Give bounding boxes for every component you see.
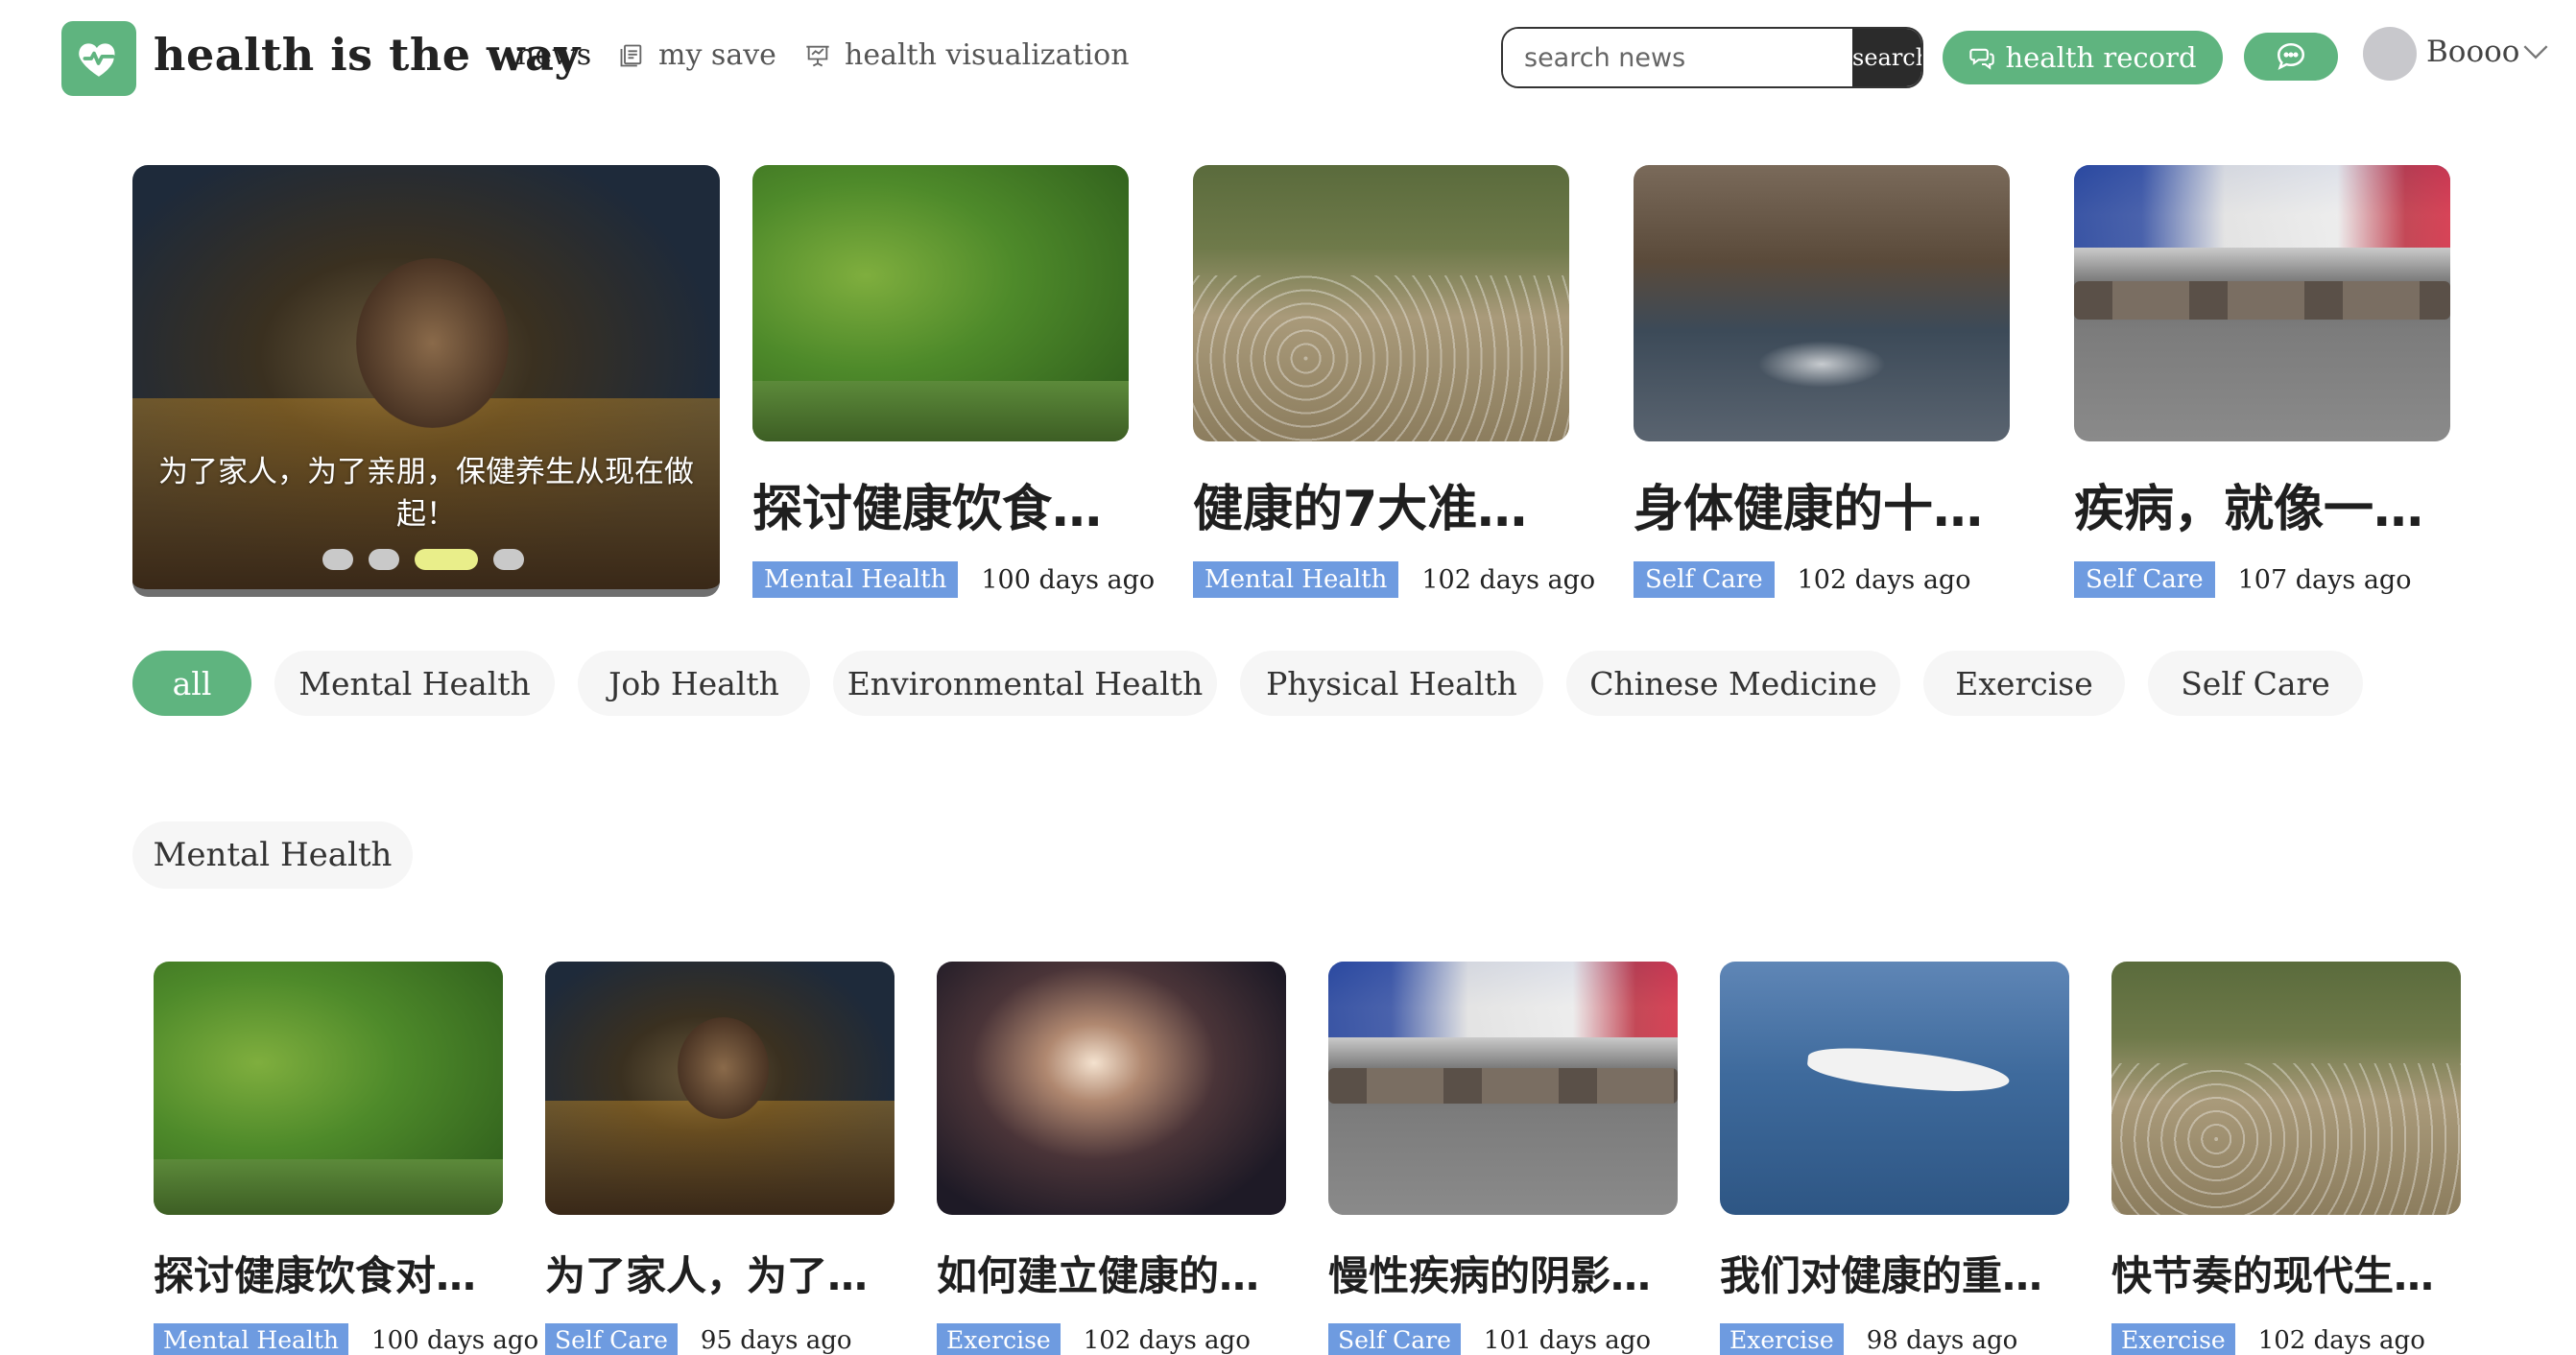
username[interactable]: Boooo	[2426, 35, 2519, 69]
news-card[interactable]: 慢性疾病的阴影… Self Care 101 days ago	[1328, 962, 1678, 1355]
news-card[interactable]: 为了家人，为了… Self Care 95 days ago	[545, 962, 894, 1355]
news-meta: Exercise 98 days ago	[1720, 1323, 2069, 1355]
news-thumbnail	[937, 962, 1286, 1215]
search-button[interactable]: search	[1852, 29, 1921, 86]
featured-title: 健康的7大准…	[1193, 481, 1528, 538]
news-card[interactable]: 我们对健康的重… Exercise 98 days ago	[1720, 962, 2069, 1355]
category-pill-all[interactable]: all	[132, 651, 251, 716]
news-card[interactable]: 如何建立健康的… Exercise 102 days ago	[937, 962, 1286, 1355]
category-tag: Mental Health	[1193, 561, 1399, 598]
nav-my-save-label: my save	[658, 38, 776, 72]
nav-news[interactable]: news	[516, 38, 591, 72]
carousel-dot-2[interactable]	[369, 549, 399, 570]
time-ago: 102 days ago	[1797, 564, 1971, 595]
news-meta: Self Care 101 days ago	[1328, 1323, 1678, 1355]
nav-my-save[interactable]: my save	[618, 38, 776, 72]
chat-bubbles-icon	[1969, 48, 1995, 70]
carousel-dot-3[interactable]	[415, 549, 478, 570]
news-title: 快节奏的现代生…	[2111, 1252, 2435, 1299]
time-ago: 107 days ago	[2237, 564, 2412, 595]
news-meta: Self Care 95 days ago	[545, 1323, 894, 1355]
nav-news-label: news	[516, 38, 592, 72]
carousel-dots	[322, 549, 524, 570]
health-record-label: health record	[2005, 41, 2197, 74]
featured-meta: Self Care 102 days ago	[1634, 561, 2010, 598]
category-tag: Exercise	[937, 1323, 1061, 1355]
logo[interactable]	[61, 21, 136, 96]
bookmark-list-icon	[620, 44, 642, 66]
category-pill-job-health[interactable]: Job Health	[578, 651, 810, 716]
nav-health-visualization-label: health visualization	[845, 38, 1130, 72]
category-pill-chinese-medicine[interactable]: Chinese Medicine	[1566, 651, 1900, 716]
featured-thumbnail	[2074, 165, 2450, 441]
time-ago: 98 days ago	[1866, 1325, 2018, 1355]
search-input[interactable]	[1503, 29, 1852, 86]
featured-meta: Mental Health 102 days ago	[1193, 561, 1595, 598]
category-tag: Mental Health	[154, 1323, 349, 1355]
chat-button[interactable]	[2244, 33, 2338, 81]
heart-pulse-icon	[79, 43, 115, 77]
news-thumbnail	[154, 962, 503, 1215]
time-ago: 100 days ago	[981, 564, 1156, 595]
featured-card[interactable]: 探讨健康饮食… Mental Health 100 days ago	[752, 165, 1155, 598]
carousel-dot-4[interactable]	[493, 549, 524, 570]
news-thumbnail	[1328, 962, 1678, 1215]
avatar[interactable]	[2363, 27, 2417, 81]
featured-card[interactable]: 健康的7大准… Mental Health 102 days ago	[1193, 165, 1595, 598]
news-card[interactable]: 快节奏的现代生… Exercise 102 days ago	[2111, 962, 2461, 1355]
time-ago: 95 days ago	[700, 1325, 852, 1355]
category-tag: Self Care	[545, 1323, 678, 1355]
featured-card[interactable]: 疾病，就像一… Self Care 107 days ago	[2074, 165, 2450, 598]
carousel-dot-1[interactable]	[322, 549, 353, 570]
category-tag: Self Care	[1328, 1323, 1461, 1355]
category-tag: Exercise	[2111, 1323, 2235, 1355]
category-pill-mental-health[interactable]: Mental Health	[274, 651, 555, 716]
category-pill-self-care[interactable]: Self Care	[2148, 651, 2363, 716]
category-tag: Self Care	[2074, 561, 2215, 598]
featured-thumbnail	[752, 165, 1129, 441]
news-title: 探讨健康饮食对…	[154, 1252, 477, 1299]
top-header: health is the way news my save health vi…	[0, 0, 2576, 115]
time-ago: 102 days ago	[2257, 1325, 2425, 1355]
news-title: 慢性疾病的阴影…	[1328, 1252, 1652, 1299]
featured-title: 疾病，就像一…	[2074, 481, 2424, 538]
category-pill-physical-health[interactable]: Physical Health	[1240, 651, 1543, 716]
chevron-down-icon[interactable]	[2522, 42, 2549, 61]
news-meta: Exercise 102 days ago	[2111, 1323, 2461, 1355]
section-label: Mental Health	[132, 821, 413, 889]
category-tag: Self Care	[1634, 561, 1775, 598]
carousel-caption: 为了家人，为了亲朋，保健养生从现在做起！	[158, 455, 694, 532]
chat-dots-icon	[2277, 42, 2305, 70]
featured-title: 探讨健康饮食…	[752, 481, 1103, 538]
news-thumbnail	[1720, 962, 2069, 1215]
news-meta: Mental Health 100 days ago	[154, 1323, 538, 1355]
news-meta: Exercise 102 days ago	[937, 1323, 1286, 1355]
time-ago: 102 days ago	[1083, 1325, 1251, 1355]
category-tag: Mental Health	[752, 561, 959, 598]
featured-card[interactable]: 身体健康的十… Self Care 102 days ago	[1634, 165, 2010, 598]
category-pill-environmental-health[interactable]: Environmental Health	[833, 651, 1217, 716]
news-title: 我们对健康的重…	[1720, 1252, 2043, 1299]
category-pill-exercise[interactable]: Exercise	[1923, 651, 2125, 716]
presentation-chart-icon	[806, 45, 829, 66]
featured-title: 身体健康的十…	[1634, 481, 1984, 538]
nav-health-visualization[interactable]: health visualization	[804, 38, 1130, 72]
health-record-button[interactable]: health record	[1943, 31, 2223, 84]
time-ago: 102 days ago	[1421, 564, 1596, 595]
time-ago: 101 days ago	[1483, 1325, 1652, 1355]
news-thumbnail	[545, 962, 894, 1215]
news-title: 如何建立健康的…	[937, 1252, 1260, 1299]
time-ago: 100 days ago	[371, 1325, 539, 1355]
featured-meta: Self Care 107 days ago	[2074, 561, 2450, 598]
featured-thumbnail	[1193, 165, 1569, 441]
featured-thumbnail	[1634, 165, 2010, 441]
news-card[interactable]: 探讨健康饮食对… Mental Health 100 days ago	[154, 962, 538, 1355]
category-tag: Exercise	[1720, 1323, 1844, 1355]
news-thumbnail	[2111, 962, 2461, 1215]
search-box: search	[1501, 27, 1923, 88]
featured-meta: Mental Health 100 days ago	[752, 561, 1155, 598]
news-title: 为了家人，为了…	[545, 1252, 869, 1299]
hero-carousel[interactable]: 为了家人，为了亲朋，保健养生从现在做起！	[132, 165, 720, 597]
